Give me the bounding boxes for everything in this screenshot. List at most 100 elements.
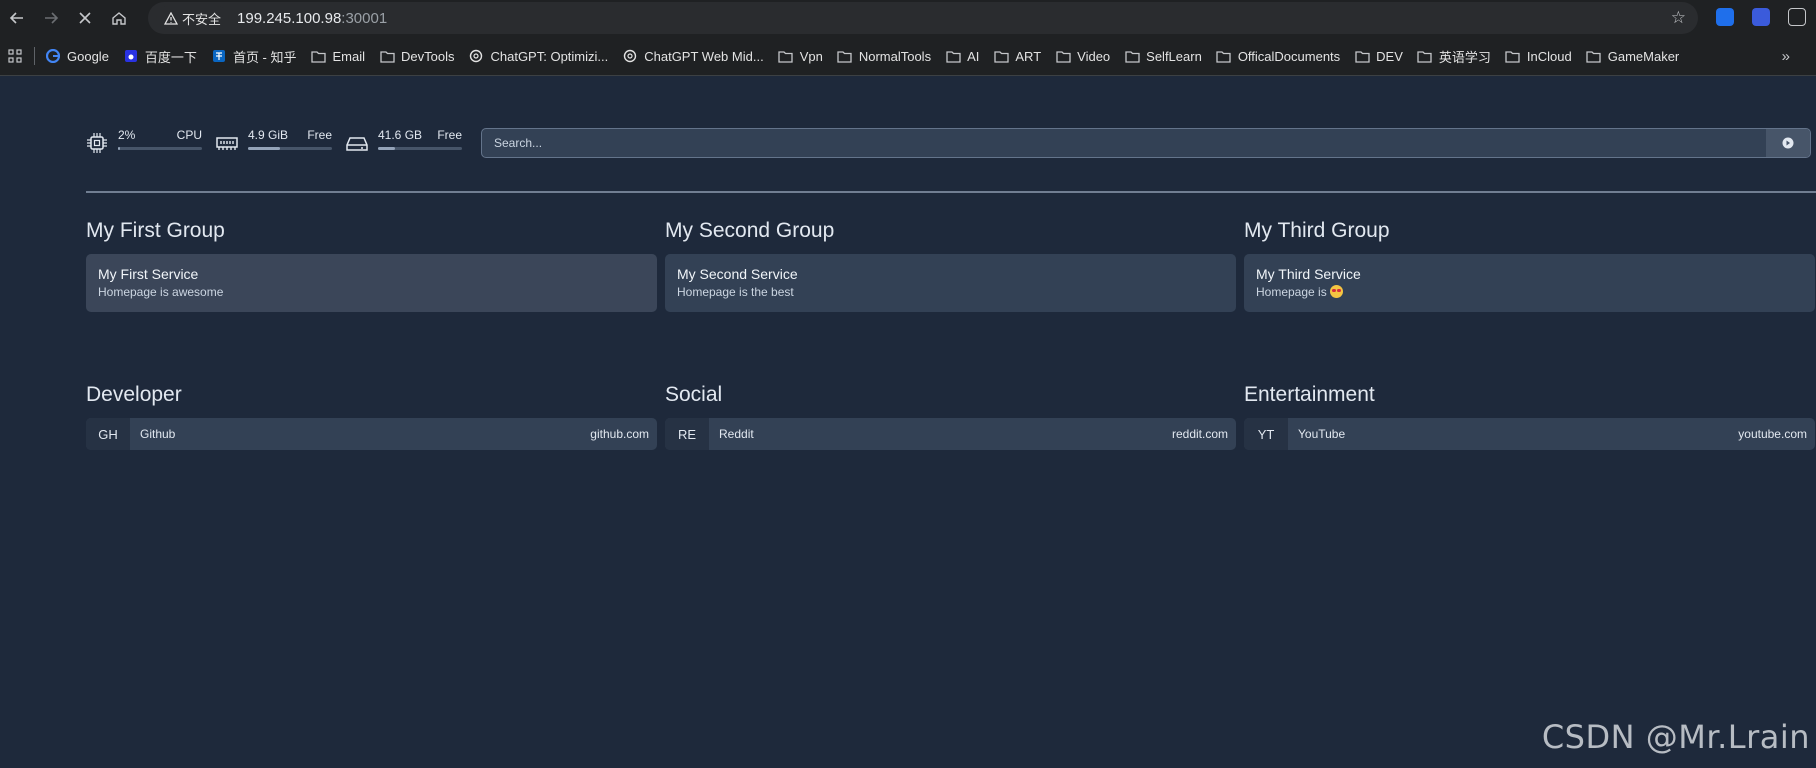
bookmark-item[interactable]: NormalTools <box>837 49 931 64</box>
bookmark-item[interactable]: Google <box>45 49 109 64</box>
service-card[interactable]: My Third Service Homepage is <box>1244 254 1815 312</box>
baidu-icon <box>123 49 139 63</box>
back-icon[interactable] <box>0 1 34 35</box>
service-description: Homepage is awesome <box>98 285 224 299</box>
bookmark-label: GameMaker <box>1607 48 1680 64</box>
bookmark-abbr: GH <box>86 418 130 450</box>
bookmark-label: Video <box>1077 48 1111 64</box>
service-groups: My First Group My First Service Homepage… <box>86 216 1815 312</box>
bookmark-item[interactable]: InCloud <box>1505 49 1572 64</box>
folder-icon <box>1505 49 1521 63</box>
disk-widget: 41.6 GB Free <box>346 128 462 154</box>
more-bookmarks-chevron-icon[interactable]: » <box>1782 48 1790 65</box>
folder-icon <box>1586 49 1602 63</box>
bookmark-link[interactable]: YT YouTube youtube.com <box>1244 418 1815 450</box>
bookmark-item[interactable]: ART <box>993 49 1041 64</box>
bookmark-item[interactable]: DEV <box>1354 49 1403 64</box>
cpu-label: CPU <box>176 128 202 142</box>
bookmark-label: 英语学习 <box>1438 49 1491 65</box>
stop-loading-icon[interactable] <box>68 1 102 35</box>
bookmark-star-icon[interactable]: ☆ <box>1671 8 1686 28</box>
folder-icon <box>778 49 794 63</box>
cpu-icon <box>87 133 107 153</box>
service-group: My Third Group My Third Service Homepage… <box>1244 216 1815 312</box>
group-title: Entertainment <box>1244 383 1375 406</box>
bookmark-list: Google 百度一下 首页 - 知乎 Email DevTools ChatGPT: O… <box>45 47 1693 66</box>
bookmark-label: DevTools <box>401 48 455 64</box>
bookmark-item[interactable]: 首页 - 知乎 <box>211 47 297 66</box>
disk-value: 41.6 GB <box>378 128 423 142</box>
bookmark-group: Entertainment YT YouTube youtube.com <box>1244 380 1815 450</box>
resource-widgets: 2% CPU 4.9 GiB Free 41.6 GB Free <box>86 128 476 154</box>
bookmark-item[interactable]: ChatGPT Web Mid... <box>622 49 764 64</box>
group-title: My Second Group <box>665 219 835 242</box>
bookmark-item[interactable]: Email <box>311 48 366 64</box>
folder-icon <box>311 49 327 63</box>
security-indicator[interactable]: 不安全 <box>156 6 230 30</box>
service-name: My Third Service <box>1256 266 1361 282</box>
cpu-usage-fill <box>118 147 120 150</box>
bookmark-label: 首页 - 知乎 <box>232 49 297 65</box>
bookmark-label: Vpn <box>799 48 823 64</box>
group-title: Social <box>665 383 723 406</box>
watermark-text: CSDN @Mr.Lrain <box>1541 718 1810 756</box>
bookmark-link[interactable]: RE Reddit reddit.com <box>665 418 1236 450</box>
section-divider <box>86 191 1816 193</box>
bookmark-item[interactable]: AI <box>945 49 979 64</box>
bookmark-item[interactable]: GameMaker <box>1586 48 1680 64</box>
group-title: My First Group <box>86 219 225 242</box>
bookmark-item[interactable]: ChatGPT: Optimizi... <box>468 49 608 64</box>
service-description: Homepage is the best <box>677 285 794 299</box>
bookmark-group: Developer GH Github github.com <box>86 380 657 450</box>
bookmark-groups: Developer GH Github github.com Social RE… <box>86 380 1815 450</box>
service-description: Homepage is <box>1256 285 1327 299</box>
bitwarden-extension-icon[interactable] <box>1716 8 1734 26</box>
bookmark-link[interactable]: GH Github github.com <box>86 418 657 450</box>
bookmark-name: Reddit <box>719 427 754 441</box>
bookmark-label: AI <box>967 48 980 64</box>
bookmark-label: NormalTools <box>858 48 932 64</box>
cpu-widget: 2% CPU <box>86 128 202 154</box>
search-provider-button[interactable] <box>1766 129 1810 157</box>
service-card[interactable]: My Second Service Homepage is the best <box>665 254 1236 312</box>
memory-widget: 4.9 GiB Free <box>216 128 332 154</box>
folder-icon <box>1216 49 1232 63</box>
bookmark-item[interactable]: OfficalDocuments <box>1216 49 1340 64</box>
homepage-dashboard: 2%CPU 4.9 GiBFree 41.6 GBFree My <box>0 76 1816 768</box>
forward-icon[interactable] <box>34 1 68 35</box>
extension-icon[interactable] <box>1752 8 1770 26</box>
bookmark-item[interactable]: SelfLearn <box>1124 49 1202 64</box>
bookmark-item[interactable]: Video <box>1055 49 1110 64</box>
bookmark-name: Github <box>140 427 176 441</box>
bookmark-url: github.com <box>590 427 649 441</box>
bookmark-url: reddit.com <box>1171 427 1228 441</box>
bookmark-name: YouTube <box>1298 427 1346 441</box>
extensions-puzzle-icon[interactable] <box>1788 8 1806 26</box>
bookmark-label: InCloud <box>1526 48 1572 64</box>
cpu-value: 2% <box>118 128 136 142</box>
heart-eyes-emoji-icon <box>1330 285 1344 298</box>
bookmark-item[interactable]: 英语学习 <box>1417 47 1491 66</box>
memory-usage-fill <box>248 147 280 150</box>
address-bar[interactable]: 不安全 199.245.100.98:30001 ☆ <box>148 2 1698 34</box>
bookmark-label: Email <box>332 48 366 64</box>
bookmark-abbr: RE <box>665 418 709 450</box>
service-name: My First Service <box>98 266 199 282</box>
bookmark-item[interactable]: Vpn <box>778 49 823 64</box>
chatgpt-icon <box>468 49 484 63</box>
disk-usage-bar <box>378 147 462 150</box>
bookmark-item[interactable]: DevTools <box>379 49 454 64</box>
warning-icon <box>164 11 178 25</box>
home-icon[interactable] <box>102 1 136 35</box>
url-host: 199.245.100.98 <box>237 9 342 27</box>
bookmark-item[interactable]: 百度一下 <box>123 47 197 66</box>
apps-grid-icon[interactable] <box>8 49 22 63</box>
bookmark-label: SelfLearn <box>1146 48 1202 64</box>
service-card[interactable]: My First Service Homepage is awesome <box>86 254 657 312</box>
bookmark-url: youtube.com <box>1738 427 1807 441</box>
cpu-usage-bar <box>118 147 202 150</box>
folder-icon <box>1417 49 1433 63</box>
search-input[interactable] <box>482 129 1742 157</box>
folder-icon <box>1354 49 1370 63</box>
service-name: My Second Service <box>677 266 798 282</box>
